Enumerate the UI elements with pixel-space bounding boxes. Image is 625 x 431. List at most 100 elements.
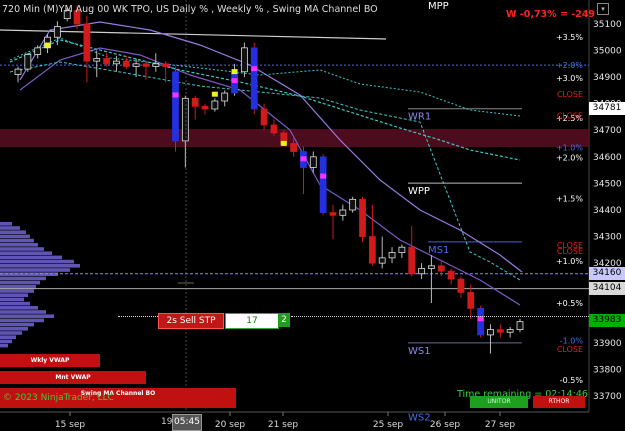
candle-body <box>34 47 42 55</box>
price-tag: 34160 <box>589 267 625 281</box>
price-axis-label: 34300 <box>593 233 622 243</box>
percent-label: CLOSE <box>557 90 583 99</box>
percent-label: CLOSE <box>557 112 583 121</box>
monthly-vwap-button[interactable]: Mnt VWAP <box>0 371 146 384</box>
candle-body <box>201 105 209 110</box>
profile-bar <box>0 310 46 314</box>
percent-label: +3.0% <box>556 74 583 83</box>
candle-body <box>172 71 179 142</box>
candle-body <box>467 291 475 309</box>
order-quantity[interactable]: 17 <box>225 313 279 329</box>
unitor-button[interactable]: UNITOR <box>470 396 528 408</box>
candle-body <box>103 58 110 65</box>
profile-bar <box>0 306 38 310</box>
percent-label: CLOSE <box>557 345 583 354</box>
chart-title: 720 Min (M)YM Aug 00 WK TPO, US Daily % … <box>2 4 378 15</box>
rthor-button[interactable]: RTHOR <box>533 396 585 408</box>
date-axis-label: 21 sep <box>268 420 299 430</box>
cursor-time: 05:45 <box>172 414 202 431</box>
profile-bar <box>0 335 16 339</box>
candle-body <box>496 329 504 333</box>
candle-body <box>83 23 91 62</box>
profile-bar <box>0 343 8 348</box>
profile-bar <box>0 222 12 226</box>
candle-body <box>398 246 406 253</box>
price-axis-label: 35000 <box>593 47 622 57</box>
candle-body <box>349 198 357 211</box>
candle-body <box>152 63 160 67</box>
candle-body <box>368 236 376 264</box>
candle-body <box>113 60 120 65</box>
price-axis-label: 34600 <box>593 153 622 163</box>
candle-body <box>132 63 140 67</box>
pivot-label: WR1 <box>408 112 431 123</box>
profile-bar <box>0 285 36 289</box>
profile-bar <box>0 255 62 260</box>
candle-body <box>437 265 445 272</box>
candle-body <box>319 156 327 214</box>
profile-bar <box>0 322 34 327</box>
mpp-label: MPP <box>428 1 449 12</box>
candle-body <box>408 246 416 275</box>
candle-body <box>428 265 435 269</box>
order-stop-value[interactable]: 2 <box>278 313 290 327</box>
price-axis-label: 35100 <box>593 20 622 30</box>
sell-stop-order[interactable]: 2s Sell STP <box>158 313 224 329</box>
candle-magenta-mark <box>320 173 327 179</box>
candle-body <box>457 278 465 293</box>
pivot-label: MS1 <box>428 245 449 256</box>
profile-bar <box>0 301 30 306</box>
profit-label: W -0,73% = -249 <box>506 9 596 20</box>
candle-body <box>516 321 524 330</box>
candle-body <box>221 92 229 102</box>
candle-body <box>211 100 219 110</box>
profile-bar <box>0 238 34 243</box>
profile-bar <box>0 289 34 293</box>
price-axis-label: 34900 <box>593 73 622 83</box>
candle-body <box>122 60 130 67</box>
candle-body <box>309 156 317 168</box>
candle-body <box>240 47 248 73</box>
order-line <box>118 316 158 317</box>
candle-body <box>418 268 425 275</box>
copyright-text: © 2023 NinjaTrader, LLC <box>3 393 114 403</box>
price-tag: 33983 <box>589 314 625 328</box>
candle-body <box>329 212 337 216</box>
profile-bar <box>0 339 12 344</box>
order-line-right <box>291 316 589 317</box>
price-axis-label: 33700 <box>593 392 622 402</box>
pivot-label: WPP <box>408 186 430 197</box>
profile-bar <box>0 234 30 239</box>
profile-bar <box>0 272 58 276</box>
candle-body <box>339 209 347 216</box>
candle-body <box>53 26 61 38</box>
price-axis-label: 34500 <box>593 179 622 189</box>
candle-body <box>487 329 494 336</box>
candle-body <box>93 58 101 62</box>
candle-body <box>14 68 22 75</box>
profile-bar <box>0 331 22 335</box>
date-axis-label: 20 sep <box>215 420 246 430</box>
percent-label: +1.5% <box>556 195 583 204</box>
candle-magenta-mark <box>477 316 484 322</box>
profile-bar <box>0 293 28 297</box>
settings-icon[interactable]: ▾ <box>597 3 609 15</box>
percent-label: CLOSE <box>557 247 583 256</box>
candle-magenta-mark <box>231 78 238 84</box>
weekly-vwap-button[interactable]: Wkly VWAP <box>0 354 100 367</box>
price-axis-label: 33800 <box>593 365 622 375</box>
percent-label: +2.0% <box>556 61 583 70</box>
percent-label: +1.0% <box>556 257 583 266</box>
candle-body <box>260 108 268 126</box>
price-tag: 34104 <box>589 282 625 296</box>
profile-bar <box>0 280 40 285</box>
signal-marker <box>211 91 218 97</box>
candle-body <box>270 124 278 134</box>
candle-body <box>388 252 396 259</box>
date-axis-label: 26 sep <box>430 420 461 430</box>
profile-bar <box>0 230 26 234</box>
profile-bar <box>0 247 44 251</box>
profile-bar <box>0 314 54 318</box>
price-axis-label: 34700 <box>593 126 622 136</box>
candle-body <box>162 63 170 67</box>
